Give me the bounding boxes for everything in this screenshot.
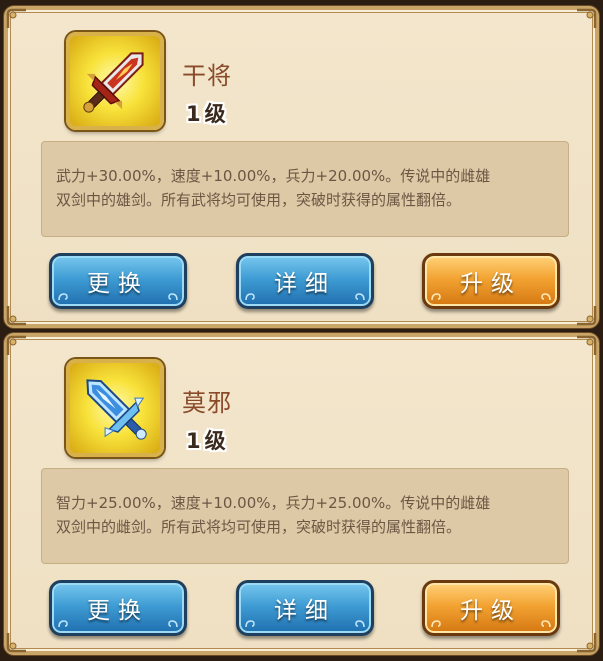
cloud-ornament-icon: [58, 293, 68, 301]
detail-button-label: 详细: [274, 598, 336, 624]
description-line: 双剑中的雄剑。所有武将均可使用，突破时获得的属性翻倍。: [56, 191, 462, 209]
weapon-name: 干将: [182, 62, 232, 90]
cloud-ornament-icon: [541, 620, 551, 628]
cloud-ornament-icon: [168, 293, 178, 301]
description-line: 武力+30.00%，速度+10.00%，兵力+20.00%。传说中的雌雄: [56, 167, 491, 185]
detail-button[interactable]: 详细: [236, 580, 374, 636]
detail-button-label: 详细: [274, 271, 336, 297]
upgrade-button[interactable]: 升级: [422, 253, 560, 309]
cloud-ornament-icon: [245, 620, 255, 628]
corner-ornament-icon: [6, 304, 28, 326]
upgrade-button-label: 升级: [460, 271, 522, 297]
description-line: 双剑中的雌剑。所有武将均可使用，突破时获得的属性翻倍。: [56, 518, 462, 536]
weapon-description: 智力+25.00%，速度+10.00%，兵力+25.00%。传说中的雌雄 双剑中…: [41, 468, 569, 564]
corner-ornament-icon: [575, 631, 597, 653]
corner-ornament-icon: [575, 304, 597, 326]
weapon-description: 武力+30.00%，速度+10.00%，兵力+20.00%。传说中的雌雄 双剑中…: [41, 141, 569, 237]
cloud-ornament-icon: [431, 293, 441, 301]
detail-button[interactable]: 详细: [236, 253, 374, 309]
cloud-ornament-icon: [168, 620, 178, 628]
cloud-ornament-icon: [431, 620, 441, 628]
cloud-ornament-icon: [245, 293, 255, 301]
replace-button[interactable]: 更换: [49, 580, 187, 636]
replace-button-label: 更换: [87, 271, 149, 297]
weapon-icon-frame[interactable]: [66, 359, 164, 457]
ice-sword-icon: [86, 379, 147, 440]
replace-button[interactable]: 更换: [49, 253, 187, 309]
description-line: 智力+25.00%，速度+10.00%，兵力+25.00%。传说中的雌雄: [56, 494, 491, 512]
corner-ornament-icon: [6, 8, 28, 30]
corner-ornament-icon: [575, 8, 597, 30]
upgrade-button-label: 升级: [460, 598, 522, 624]
cloud-ornament-icon: [541, 293, 551, 301]
cloud-ornament-icon: [355, 620, 365, 628]
cloud-ornament-icon: [58, 620, 68, 628]
weapon-name: 莫邪: [182, 389, 232, 417]
weapon-level: 1级: [186, 429, 230, 453]
corner-ornament-icon: [6, 631, 28, 653]
corner-ornament-icon: [6, 335, 28, 357]
replace-button-label: 更换: [87, 598, 149, 624]
weapon-card-moye: 莫邪 1级 智力+25.00%，速度+10.00%，兵力+25.00%。传说中的…: [4, 333, 599, 655]
corner-ornament-icon: [575, 335, 597, 357]
cloud-ornament-icon: [355, 293, 365, 301]
fire-sword-icon: [83, 52, 144, 113]
upgrade-button[interactable]: 升级: [422, 580, 560, 636]
weapon-icon-frame[interactable]: [66, 32, 164, 130]
weapon-card-ganjiang: 干将 1级 武力+30.00%，速度+10.00%，兵力+20.00%。传说中的…: [4, 6, 599, 328]
weapon-level: 1级: [186, 102, 230, 126]
